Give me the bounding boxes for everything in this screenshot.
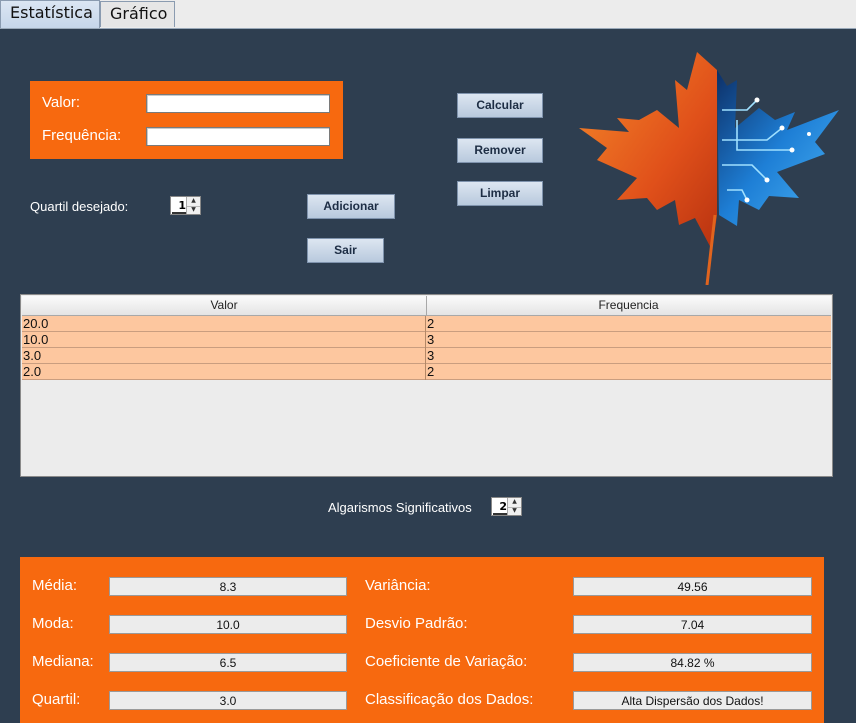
quartil-spinner[interactable]: 1 ▲ ▼	[170, 196, 201, 215]
classificacao-dados-label: Classificação dos Dados:	[365, 691, 534, 708]
spinner-down-icon[interactable]: ▼	[508, 507, 521, 516]
quartil-label: Quartil:	[32, 691, 81, 708]
column-header-valor[interactable]: Valor	[22, 296, 427, 315]
adicionar-button[interactable]: Adicionar	[307, 194, 395, 219]
coeficiente-variacao-label: Coeficiente de Variação:	[365, 653, 528, 670]
frequencia-label: Frequência:	[42, 127, 122, 144]
maple-leaf-circuit-logo	[579, 52, 839, 285]
input-box: Valor: Frequência:	[30, 81, 343, 159]
table-header: Valor Frequencia	[22, 296, 831, 316]
variancia-label: Variância:	[365, 577, 431, 594]
column-header-frequencia[interactable]: Frequencia	[426, 296, 831, 315]
coeficiente-variacao-value: 84.82 %	[573, 653, 812, 672]
data-table[interactable]: Valor Frequencia 20.0 2 10.0 3 3.0 3 2.0…	[20, 294, 833, 477]
classificacao-dados-value: Alta Dispersão dos Dados!	[573, 691, 812, 710]
tab-grafico[interactable]: Gráfico	[100, 1, 175, 27]
spinner-arrows: ▲ ▼	[186, 197, 200, 214]
quartil-value: 3.0	[109, 691, 347, 710]
table-row[interactable]: 2.0 2	[22, 364, 831, 380]
table-cell-valor: 3.0	[22, 348, 426, 364]
desvio-padrao-value: 7.04	[573, 615, 812, 634]
variancia-value: 49.56	[573, 577, 812, 596]
table-cell-frequencia: 2	[427, 316, 435, 331]
tab-bar: Estatística Gráfico	[0, 0, 856, 29]
valor-label: Valor:	[42, 94, 81, 111]
table-cell-valor: 10.0	[22, 332, 426, 348]
limpar-button[interactable]: Limpar	[457, 181, 543, 206]
media-value: 8.3	[109, 577, 347, 596]
valor-input[interactable]	[146, 94, 330, 113]
table-cell-valor: 2.0	[22, 364, 426, 380]
moda-label: Moda:	[32, 615, 74, 632]
quartil-desejado-label: Quartil desejado:	[30, 199, 129, 214]
sair-button[interactable]: Sair	[307, 238, 384, 263]
table-cell-frequencia: 2	[427, 364, 435, 379]
quartil-spinner-value: 1	[172, 197, 186, 214]
frequencia-input[interactable]	[146, 127, 330, 146]
moda-value: 10.0	[109, 615, 347, 634]
calcular-button[interactable]: Calcular	[457, 93, 543, 118]
table-row[interactable]: 3.0 3	[22, 348, 831, 364]
spinner-down-icon[interactable]: ▼	[187, 206, 200, 215]
table-cell-frequencia: 3	[427, 348, 435, 363]
mediana-value: 6.5	[109, 653, 347, 672]
significativos-spinner-value: 2	[493, 498, 507, 515]
algarismos-significativos-label: Algarismos Significativos	[328, 500, 472, 515]
table-cell-frequencia: 3	[427, 332, 435, 347]
table-row[interactable]: 10.0 3	[22, 332, 831, 348]
desvio-padrao-label: Desvio Padrão:	[365, 615, 468, 632]
results-box: Média: 8.3 Moda: 10.0 Mediana: 6.5 Quart…	[20, 557, 824, 723]
media-label: Média:	[32, 577, 78, 594]
significativos-spinner[interactable]: 2 ▲ ▼	[491, 497, 522, 516]
table-row[interactable]: 20.0 2	[22, 316, 831, 332]
table-cell-valor: 20.0	[22, 316, 426, 332]
spinner-arrows: ▲ ▼	[507, 498, 521, 515]
remover-button[interactable]: Remover	[457, 138, 543, 163]
mediana-label: Mediana:	[32, 653, 94, 670]
tab-estatistica[interactable]: Estatística	[0, 0, 100, 28]
